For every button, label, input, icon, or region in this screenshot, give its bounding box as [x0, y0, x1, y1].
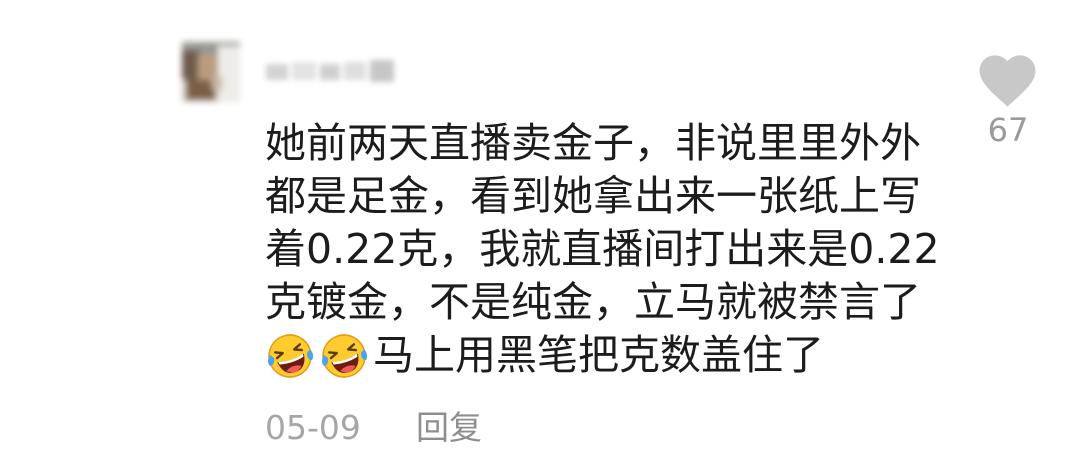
avatar-image [182, 42, 240, 102]
comment-line: 都是足金，看到她拿出来一张纸上写 [265, 172, 921, 220]
comment-line: 着0.22克，我就直播间打出来是0.22 [265, 225, 940, 273]
comment-line: 她前两天直播卖金子，非说里里外外 [265, 119, 921, 167]
comment-line: 克镀金，不是纯金，立马就被禁言了 [265, 278, 921, 326]
comment-item: 67 她前两天直播卖金子，非说里里外外 都是足金，看到她拿出来一张纸上写 着0.… [0, 0, 1079, 476]
username[interactable] [258, 54, 404, 90]
laughing-crying-emoji-icon [319, 331, 369, 381]
comment-line: 马上用黑笔把克数盖住了 [265, 329, 1045, 382]
laughing-crying-emoji-icon [265, 331, 315, 381]
reply-button[interactable]: 回复 [416, 406, 482, 450]
comment-date: 05-09 [265, 408, 361, 447]
username-blurred [266, 60, 394, 82]
avatar[interactable] [176, 36, 246, 108]
heart-icon[interactable] [974, 47, 1041, 114]
comment-line-text: 马上用黑笔把克数盖住了 [373, 331, 824, 379]
comment-text: 她前两天直播卖金子，非说里里外外 都是足金，看到她拿出来一张纸上写 着0.22克… [265, 117, 1045, 382]
